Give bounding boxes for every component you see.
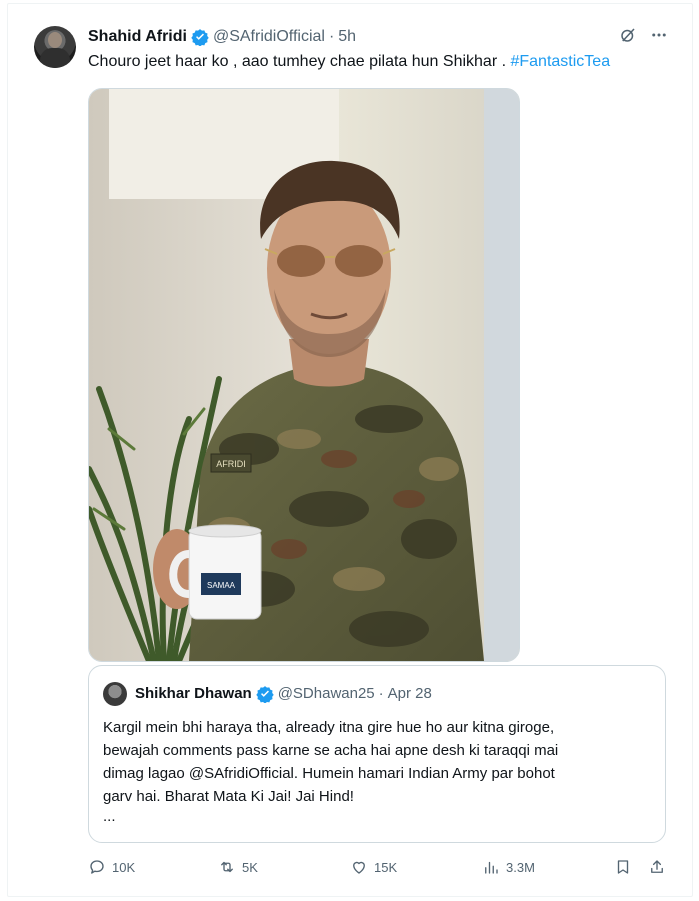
views-count: 3.3M — [506, 859, 535, 875]
quoted-post-text: Kargil mein bhi haraya tha, already itna… — [103, 716, 653, 808]
reply-count: 10K — [112, 859, 136, 875]
hashtag-link[interactable]: #FantasticTea — [510, 53, 610, 70]
grok-icon[interactable] — [619, 26, 637, 44]
views-button[interactable]: 3.3M — [482, 858, 535, 876]
post-text-body: Chouro jeet haar ko , aao tumhey chae pi… — [88, 53, 511, 70]
more-icon[interactable] — [649, 26, 669, 44]
quoted-post[interactable]: Shikhar Dhawan @SDhawan25 · Apr 28 Kargi… — [88, 665, 666, 843]
quoted-author-avatar[interactable] — [103, 682, 127, 706]
verified-badge-icon — [256, 686, 274, 703]
like-button[interactable]: 15K — [350, 858, 397, 876]
quoted-author-name[interactable]: Shikhar Dhawan — [135, 684, 252, 704]
author-handle[interactable]: @SAfridiOfficial — [213, 27, 325, 47]
post-text: Chouro jeet haar ko , aao tumhey chae pi… — [88, 51, 610, 72]
photo-illustration: AFRIDI SAMAA — [89, 89, 519, 661]
verified-badge-icon — [191, 29, 209, 46]
post-header: Shahid Afridi @SAfridiOfficial · 5h — [88, 27, 356, 47]
quoted-text-line: garv hai. Bharat Mata Ki Jai! Jai Hind! — [103, 788, 354, 805]
like-count: 15K — [374, 859, 398, 875]
name-tag-text: AFRIDI — [216, 459, 246, 469]
reply-button[interactable]: 10K — [88, 858, 135, 876]
quoted-text-line: bewajah comments pass karne se acha hai … — [103, 742, 559, 759]
repost-icon — [221, 861, 233, 873]
avatar-head-shape — [48, 32, 62, 48]
reply-icon — [90, 860, 104, 874]
top-right-controls — [619, 26, 669, 44]
repost-count: 5K — [242, 859, 258, 875]
views-icon — [485, 861, 498, 874]
quoted-header-separator: · — [378, 685, 384, 702]
author-name[interactable]: Shahid Afridi — [88, 27, 187, 47]
post-time[interactable]: 5h — [338, 27, 356, 47]
bookmark-button[interactable] — [614, 858, 632, 876]
share-button[interactable] — [648, 858, 666, 876]
quoted-author-handle[interactable]: @SDhawan25 — [278, 684, 375, 704]
bookmark-icon — [617, 860, 629, 874]
post-photo[interactable]: AFRIDI SAMAA — [88, 88, 520, 662]
quoted-post-date[interactable]: Apr 28 — [388, 684, 432, 704]
quoted-text-line: dimag lagao @SAfridiOfficial. Humein ham… — [103, 765, 555, 782]
quoted-text-ellipsis: ... — [103, 808, 116, 825]
repost-button[interactable]: 5K — [218, 858, 258, 876]
share-icon — [651, 860, 663, 873]
avatar-body-shape — [40, 48, 70, 68]
action-bar: 10K 5K 15K 3.3M — [88, 856, 668, 878]
mug-logo-text: SAMAA — [207, 581, 236, 590]
like-icon — [353, 861, 365, 874]
author-avatar[interactable] — [34, 26, 76, 68]
quoted-text-line: Kargil mein bhi haraya tha, already itna… — [103, 719, 555, 736]
header-separator: · — [328, 28, 335, 45]
quoted-post-header: Shikhar Dhawan @SDhawan25 · Apr 28 — [135, 684, 432, 704]
